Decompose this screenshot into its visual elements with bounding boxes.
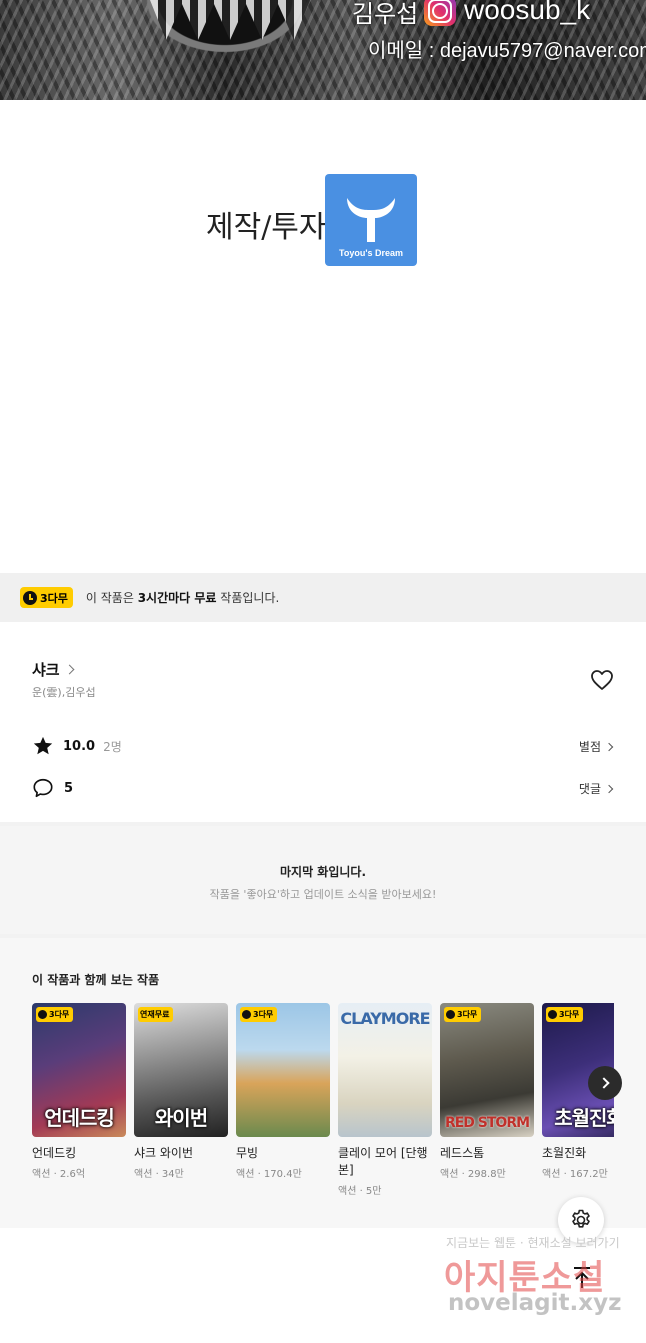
gear-icon [572, 1209, 590, 1228]
recommendations-carousel: 3다무 언데드킹 언데드킹 액션 · 2.6억 연재무료 와이번 샤크 와이번 … [32, 1003, 614, 1223]
watermark-line1: 지금보는 웹툰 · 현재소설 보러가기 [446, 1236, 620, 1250]
comment-count: 5 [64, 780, 74, 796]
recommendation-name: 무빙 [236, 1146, 259, 1160]
recommendation-thumbnail: CLAYMORE [338, 1003, 432, 1137]
carousel-next-button[interactable] [588, 1066, 622, 1100]
star-icon [33, 736, 53, 755]
chevron-right-icon [604, 784, 614, 793]
work-title: 샤크 [32, 661, 60, 679]
work-info-section: 샤크 운(雲),김우섭 10.0 2명 별점 5 댓글 [0, 622, 646, 822]
recommendation-thumbnail: 연재무료 와이번 [134, 1003, 228, 1137]
free-tag: 3다무 [444, 1007, 482, 1022]
clock-icon [446, 1010, 455, 1019]
free-tag: 3다무 [546, 1007, 584, 1022]
heart-icon[interactable] [590, 668, 614, 692]
logo-text: Toyou's Dream [339, 248, 403, 258]
recommendation-card[interactable]: 3다무 RED STORM 레드스톰 액션 · 298.8만 [440, 1003, 534, 1180]
credit-instagram-handle: woosub_k [464, 0, 591, 25]
free-badge-label: 3다무 [40, 591, 68, 605]
thumbnail-art-text: 와이번 [154, 1106, 208, 1130]
toyous-dream-logo: Toyou's Dream [325, 174, 417, 266]
recommendation-thumbnail: 3다무 RED STORM [440, 1003, 534, 1137]
rate-link-label: 별점 [578, 740, 601, 754]
chevron-right-icon [64, 664, 75, 675]
clock-icon [38, 1010, 47, 1019]
clock-icon [242, 1010, 251, 1019]
rating-count: 2명 [103, 739, 122, 754]
recommendation-meta: 액션 · 5만 [338, 1186, 382, 1197]
recommendation-name: 언데드킹 [32, 1146, 77, 1160]
recommendation-meta: 액션 · 170.4만 [236, 1169, 302, 1180]
last-episode-notice: 마지막 화입니다. 작품을 '좋아요'하고 업데이트 소식을 받아보세요! [0, 826, 646, 934]
free-notice-text: 이 작품은 3시간마다 무료 작품입니다. [85, 591, 280, 605]
comment-icon [33, 778, 53, 798]
recommendation-name: 레드스톰 [440, 1146, 485, 1160]
recommendation-card[interactable]: CLAYMORE 클레이 모어 [단행본] 액션 · 5만 [338, 1003, 432, 1197]
free-tag: 3다무 [240, 1007, 278, 1022]
comic-artwork-panel: 김우섭 woosub_k 이메일 : dejavu5797@naver.com [0, 0, 646, 100]
free-tag: 연재무료 [138, 1007, 174, 1022]
recommendation-meta: 액션 · 2.6억 [32, 1169, 86, 1180]
free-notice-bar: 3다무 이 작품은 3시간마다 무료 작품입니다. [0, 573, 646, 622]
recommendation-meta: 액션 · 167.2만 [542, 1169, 608, 1180]
recommendations-section: 이 작품과 함께 보는 작품 3다무 언데드킹 언데드킹 액션 · 2.6억 연… [0, 938, 646, 1228]
recommendation-meta: 액션 · 34만 [134, 1169, 184, 1180]
rate-link[interactable]: 별점 [578, 738, 614, 755]
thumbnail-art-text: RED STORM [444, 1115, 530, 1131]
credit-email: 이메일 : dejavu5797@naver.com [368, 40, 646, 62]
rating-value: 10.0 [63, 738, 96, 754]
comment-link-label: 댓글 [578, 782, 601, 796]
credit-author-name: 김우섭 [352, 0, 419, 28]
recommendation-meta: 액션 · 298.8만 [440, 1169, 506, 1180]
comment-row: 5 [32, 777, 73, 799]
work-authors: 운(雲),김우섭 [32, 686, 96, 699]
recommendation-card[interactable]: 3다무 언데드킹 언데드킹 액션 · 2.6억 [32, 1003, 126, 1180]
recommendation-card[interactable]: 연재무료 와이번 샤크 와이번 액션 · 34만 [134, 1003, 228, 1180]
recommendation-name: 초월진화 [542, 1146, 587, 1160]
comment-link[interactable]: 댓글 [578, 780, 614, 797]
clock-icon [23, 590, 37, 605]
free-tag: 3다무 [36, 1007, 74, 1022]
work-title-link[interactable]: 샤크 [32, 659, 75, 680]
recommendation-name: 샤크 와이번 [134, 1146, 194, 1160]
rating-row: 10.0 2명 [32, 735, 122, 757]
toyou-y-icon [347, 198, 395, 242]
free-badge: 3다무 [20, 587, 73, 608]
recommendation-thumbnail: 3다무 [236, 1003, 330, 1137]
watermark-url: novelagit.xyz [448, 1290, 622, 1316]
thumbnail-art-text: 초월진화 [554, 1106, 614, 1130]
chevron-right-icon [604, 742, 614, 751]
recommendation-card[interactable]: 3다무 무빙 액션 · 170.4만 [236, 1003, 330, 1180]
recommendations-title: 이 작품과 함께 보는 작품 [32, 973, 160, 987]
recommendation-name: 클레이 모어 [단행본] [338, 1146, 428, 1177]
recommendation-thumbnail: 3다무 언데드킹 [32, 1003, 126, 1137]
instagram-icon [424, 0, 456, 26]
thumbnail-art-text: CLAYMORE [340, 1009, 430, 1028]
thumbnail-art-text: 언데드킹 [44, 1106, 115, 1130]
free-notice-bold: 3시간마다 무료 [137, 591, 217, 605]
last-episode-subtitle: 작품을 '좋아요'하고 업데이트 소식을 받아보세요! [209, 888, 437, 901]
last-episode-title: 마지막 화입니다. [279, 865, 367, 879]
clock-icon [548, 1010, 557, 1019]
production-label: 제작/투자 [206, 210, 327, 245]
chevron-right-icon [597, 1077, 610, 1089]
